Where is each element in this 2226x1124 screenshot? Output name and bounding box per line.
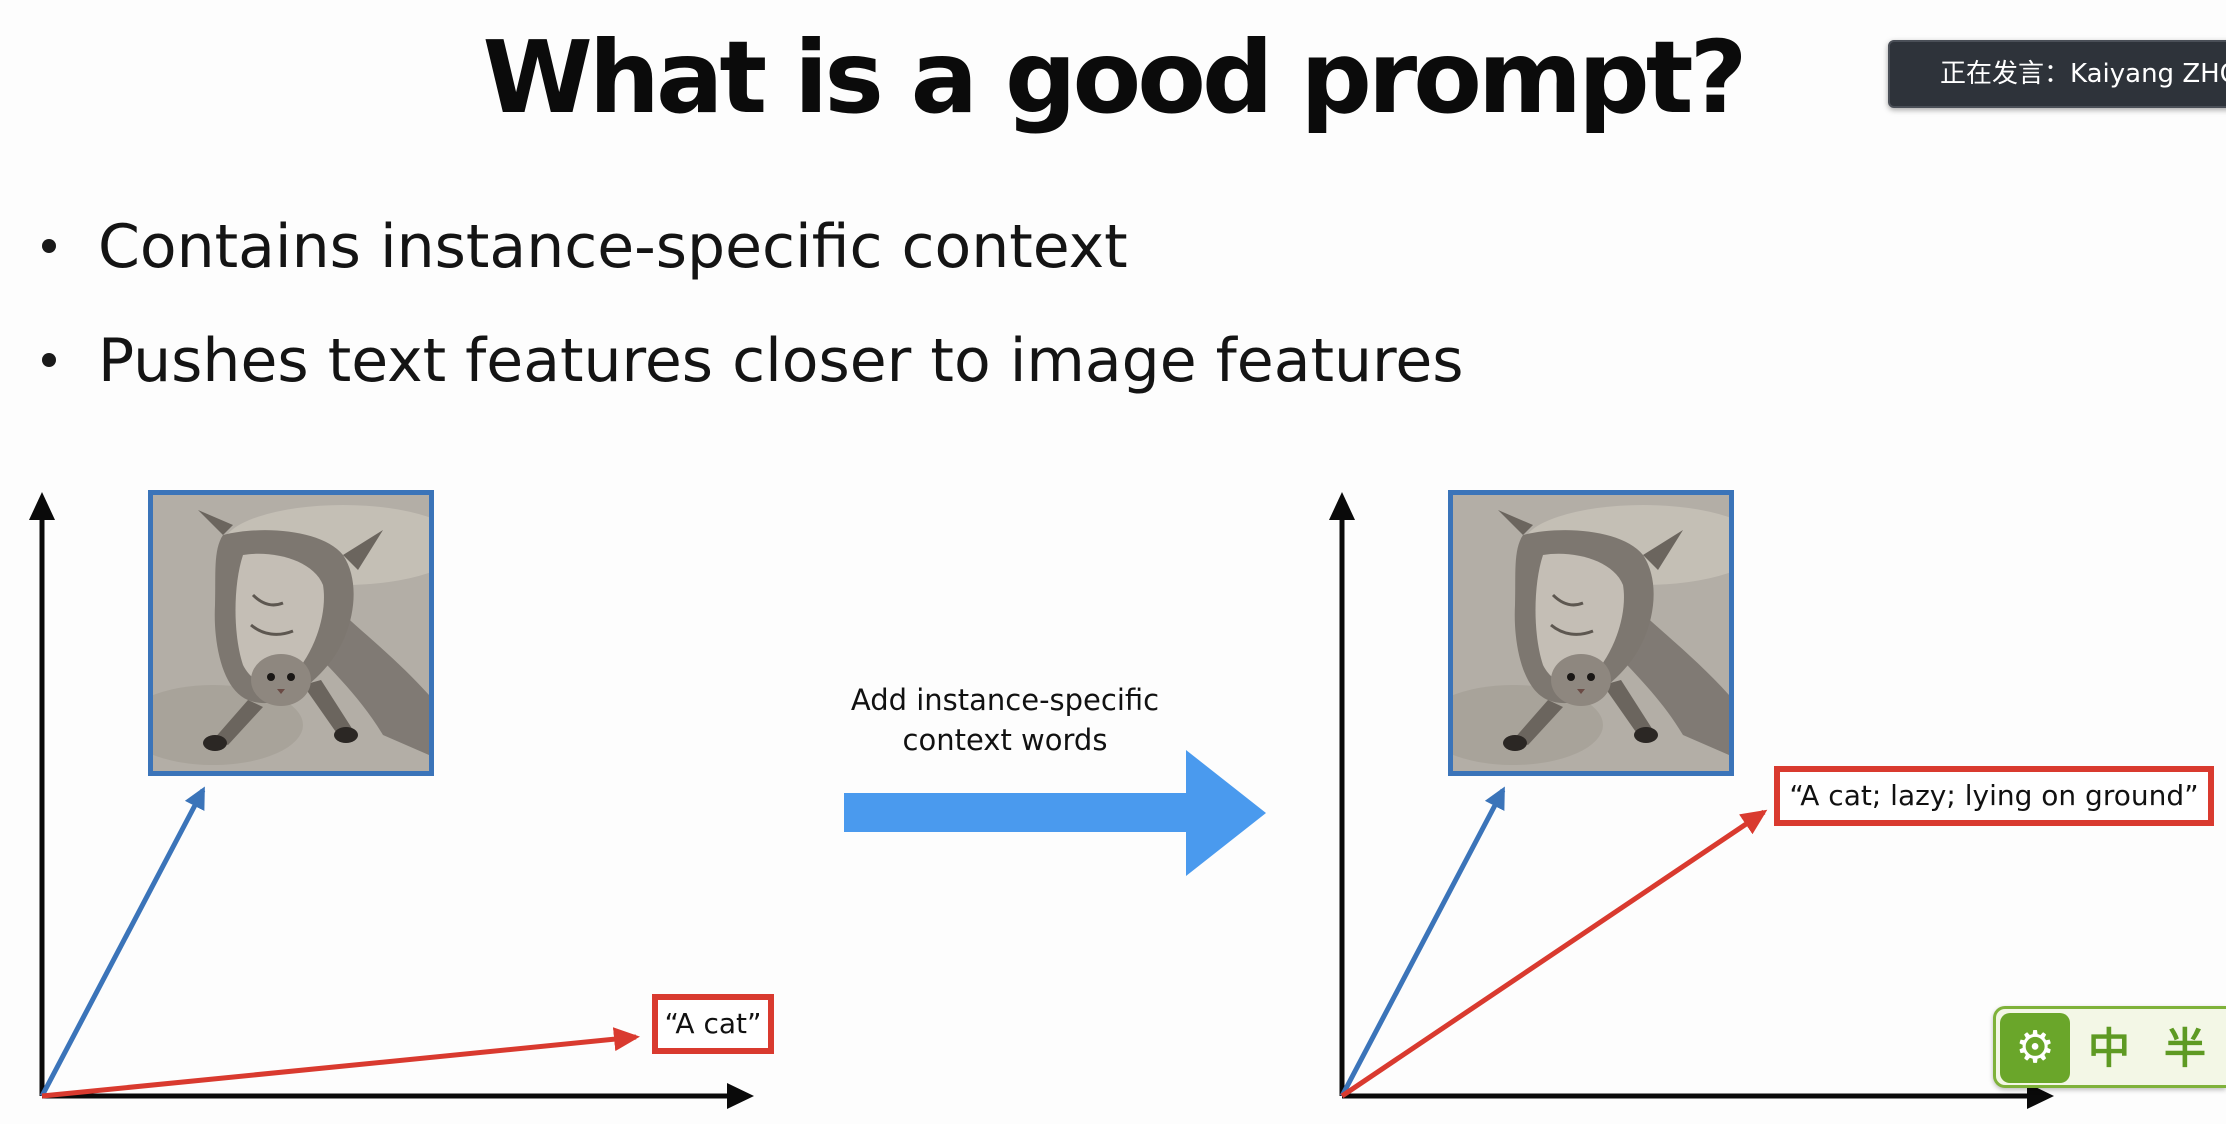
gear-icon[interactable]: ⚙ bbox=[2000, 1013, 2070, 1083]
cat-image bbox=[1448, 490, 1734, 776]
left-prompt-text: “A cat” bbox=[664, 1007, 762, 1040]
right-text-feature-vector bbox=[1340, 809, 1768, 1099]
cat-image bbox=[148, 490, 434, 776]
right-prompt-text: “A cat; lazy; lying on ground” bbox=[1789, 779, 2199, 812]
right-image-feature-vector bbox=[1339, 786, 1506, 1098]
left-text-feature-vector bbox=[41, 1027, 640, 1099]
cat-photo-illustration bbox=[153, 495, 429, 771]
right-prompt-box: “A cat; lazy; lying on ground” bbox=[1774, 766, 2214, 826]
transform-label: Add instance-specific context words bbox=[850, 683, 1160, 757]
left-image-feature-vector bbox=[39, 786, 206, 1098]
transform-arrow bbox=[844, 750, 1266, 876]
ime-mode-button[interactable]: 中 bbox=[2088, 1017, 2130, 1081]
left-x-axis-arrowhead bbox=[727, 1083, 754, 1109]
left-prompt-box: “A cat” bbox=[652, 994, 774, 1054]
left-y-axis-arrowhead bbox=[29, 492, 55, 520]
right-y-axis-arrowhead bbox=[1329, 492, 1355, 520]
cat-photo-illustration bbox=[1453, 495, 1729, 771]
ime-width-button[interactable]: 半 bbox=[2164, 1017, 2206, 1081]
ime-toolbar[interactable]: ⚙ 中 半 bbox=[1993, 1006, 2226, 1088]
